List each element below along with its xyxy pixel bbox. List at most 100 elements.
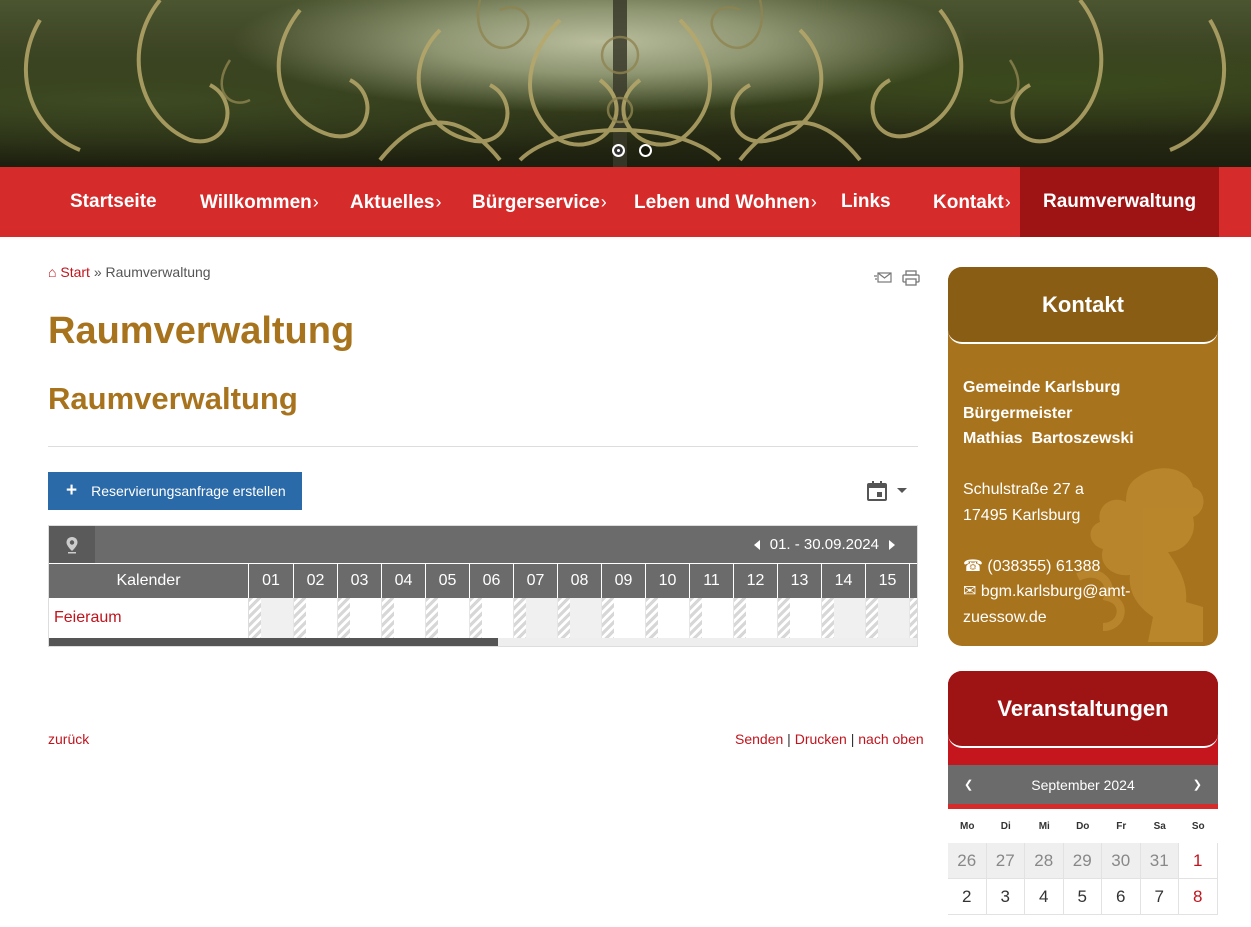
day-header: 12 (734, 564, 778, 598)
footer-links: Senden | Drucken | nach oben (735, 731, 924, 747)
day-cell[interactable] (382, 598, 426, 638)
calendar-day[interactable]: 7 (1140, 879, 1179, 915)
day-cell[interactable] (338, 598, 382, 638)
button-label: Reservierungsanfrage erstellen (91, 483, 286, 499)
day-cell[interactable] (778, 598, 822, 638)
calendar-day[interactable]: 2 (948, 879, 987, 915)
day-cell[interactable] (470, 598, 514, 638)
create-reservation-button[interactable]: + Reservierungsanfrage erstellen (48, 472, 302, 510)
contact-email-line[interactable]: ✉ bgm.karlsburg@amt- (963, 579, 1134, 605)
chevron-right-icon: › (312, 192, 319, 212)
day-header: 03 (338, 564, 382, 598)
contact-org: Gemeinde Karlsburg (963, 379, 1121, 396)
back-link[interactable]: zurück (48, 731, 89, 747)
day-cell[interactable] (426, 598, 470, 638)
day-cell[interactable] (910, 598, 917, 638)
link-separator: | (850, 731, 855, 747)
calendar-day[interactable]: 1 (1179, 843, 1218, 879)
day-header: 05 (426, 564, 470, 598)
contact-street: Schulstraße 27 a (963, 481, 1084, 498)
chevron-right-icon: › (1004, 192, 1011, 212)
back-to-top-link[interactable]: nach oben (858, 731, 923, 747)
nav-label: Kontakt (933, 192, 1004, 213)
nav-item-willkommen[interactable]: Willkommen› (200, 167, 319, 237)
link-separator: | (787, 731, 791, 747)
calendar-day[interactable]: 4 (1025, 879, 1064, 915)
day-cell[interactable] (646, 598, 690, 638)
room-link-feieraum[interactable]: Feieraum (49, 598, 249, 638)
day-cell[interactable] (866, 598, 910, 638)
day-cell[interactable] (558, 598, 602, 638)
chevron-right-icon: › (810, 192, 817, 212)
contact-phone[interactable]: (038355) 61388 (987, 558, 1100, 575)
calendar-day[interactable]: 6 (1102, 879, 1141, 915)
column-header-kalender: Kalender (49, 564, 249, 598)
chevron-right-icon: › (600, 192, 607, 212)
calendar-day[interactable]: 8 (1179, 879, 1218, 915)
previous-period-icon[interactable] (753, 539, 760, 550)
day-header: 02 (294, 564, 338, 598)
calendar-day[interactable]: 28 (1025, 843, 1064, 879)
calendar-day[interactable]: 29 (1063, 843, 1102, 879)
email-icon: ✉ (963, 583, 977, 600)
nav-item-buergerservice[interactable]: Bürgerservice› (472, 167, 607, 237)
calendar-day[interactable]: 5 (1063, 879, 1102, 915)
nav-item-startseite[interactable]: Startseite (70, 167, 157, 237)
nav-item-raumverwaltung[interactable]: Raumverwaltung (1020, 167, 1220, 237)
nav-label: Leben und Wohnen (634, 192, 810, 213)
day-header: 09 (602, 564, 646, 598)
print-link[interactable]: Drucken (795, 731, 847, 747)
send-mail-icon[interactable] (874, 270, 892, 286)
slider-dot-2[interactable] (639, 144, 652, 157)
month-navigator: ❮ September 2024 ❯ (948, 765, 1218, 809)
horizontal-scrollbar[interactable] (49, 638, 917, 646)
calendar-view-toggle[interactable] (866, 480, 908, 502)
calendar-header: Kalender 01 02 03 04 05 06 07 08 09 10 1… (49, 564, 917, 598)
nav-item-leben-und-wohnen[interactable]: Leben und Wohnen› (634, 167, 817, 237)
calendar-day[interactable]: 3 (986, 879, 1025, 915)
calendar-day[interactable]: 30 (1102, 843, 1141, 879)
nav-item-aktuelles[interactable]: Aktuelles› (350, 167, 441, 237)
home-icon: ⌂ (48, 264, 57, 280)
day-header: 10 (646, 564, 690, 598)
calendar-day[interactable]: 31 (1140, 843, 1179, 879)
previous-month-icon[interactable]: ❮ (964, 778, 973, 791)
nav-item-links[interactable]: Links (841, 167, 891, 237)
weekday-label: Fr (1116, 820, 1127, 832)
section-title: Raumverwaltung (48, 381, 298, 416)
caret-down-icon (897, 488, 907, 493)
contact-box: Kontakt Gemeinde Karlsburg Bürgermeister… (948, 267, 1218, 646)
day-header: 04 (382, 564, 426, 598)
print-icon[interactable] (902, 270, 920, 286)
contact-email-part2[interactable]: zuessow.de (963, 605, 1134, 631)
calendar-week: 2 3 4 5 6 7 8 (948, 879, 1218, 915)
send-link[interactable]: Senden (735, 731, 783, 747)
day-cell[interactable] (690, 598, 734, 638)
calendar-toolbar: 01. - 30.09.2024 (49, 526, 917, 563)
breadcrumb-start-link[interactable]: Start (60, 264, 90, 280)
nav-item-kontakt[interactable]: Kontakt› (933, 167, 1011, 237)
day-cell[interactable] (602, 598, 646, 638)
day-header: 07 (514, 564, 558, 598)
weekday-label: Do (1076, 820, 1090, 832)
location-filter-button[interactable] (49, 526, 95, 563)
scrollbar-thumb[interactable] (49, 638, 498, 646)
calendar-icon (867, 481, 887, 501)
day-cell[interactable] (514, 598, 558, 638)
plus-icon: + (66, 480, 78, 501)
day-cell[interactable] (734, 598, 778, 638)
next-month-icon[interactable]: ❯ (1193, 778, 1202, 791)
day-cell[interactable] (294, 598, 338, 638)
calendar-day[interactable]: 26 (948, 843, 987, 879)
day-cell[interactable] (249, 598, 294, 638)
contact-person: Mathias Bartoszewski (963, 430, 1134, 447)
nav-label: Bürgerservice (472, 192, 600, 213)
day-header: 06 (470, 564, 514, 598)
slider-dot-1[interactable] (612, 144, 625, 157)
day-cell[interactable] (822, 598, 866, 638)
events-header: Veranstaltungen (948, 671, 1218, 765)
calendar-day[interactable]: 27 (986, 843, 1025, 879)
next-period-icon[interactable] (889, 539, 895, 550)
nav-label: Startseite (70, 191, 157, 212)
